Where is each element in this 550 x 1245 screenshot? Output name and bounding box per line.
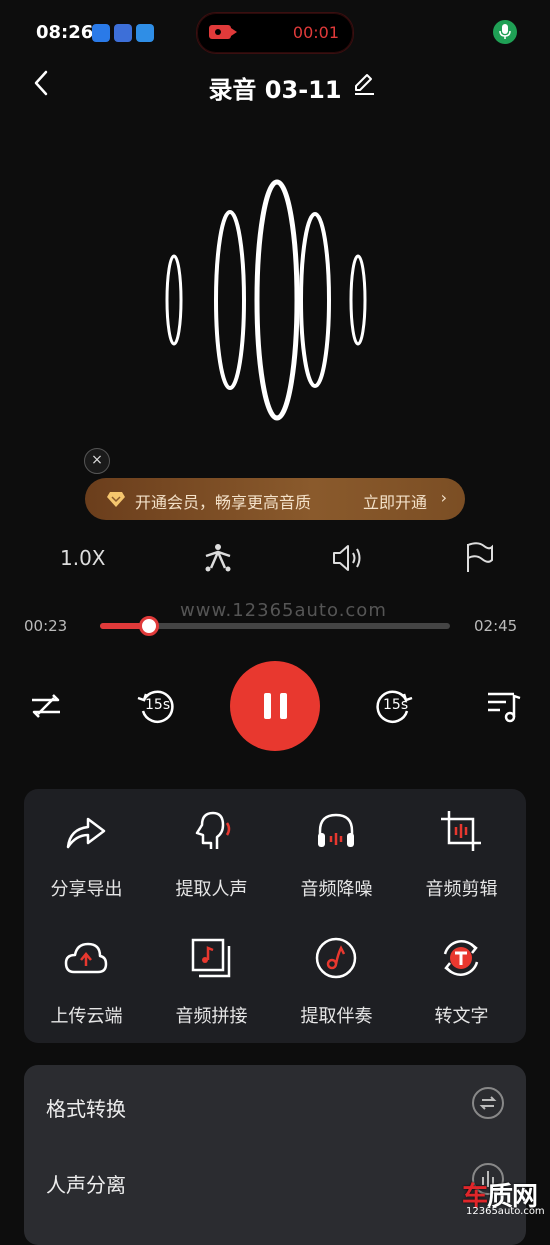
current-time: 00:23: [24, 617, 68, 635]
flag-marker-icon[interactable]: [462, 540, 498, 576]
notification-app-icon: [136, 24, 154, 42]
share-icon: [66, 817, 106, 849]
progress-slider[interactable]: [100, 616, 450, 636]
crop-icon: [441, 811, 481, 851]
close-promo-button[interactable]: ×: [84, 448, 110, 474]
tool-share-export[interactable]: 分享导出: [24, 789, 149, 900]
diamond-icon: [107, 492, 125, 507]
list-item-label: 人声分离: [46, 1173, 126, 1197]
voice-change-icon[interactable]: [200, 540, 236, 576]
playback-speed-button[interactable]: 1.0X: [60, 546, 106, 570]
notification-app-icon: [114, 24, 132, 42]
audio-merge-icon: [191, 938, 231, 978]
recording-time: 00:01: [292, 23, 339, 42]
tool-label: 转文字: [434, 1006, 489, 1027]
tools-panel: 分享导出 提取人声 音频降噪 音频剪辑 上传云端 音频拼接 提取伴奏 转文字: [24, 789, 526, 1043]
watermark-text: www.12365auto.com: [180, 600, 387, 621]
screen-recording-indicator[interactable]: 00:01: [196, 12, 354, 54]
tool-label: 提取伴奏: [300, 1006, 373, 1027]
rewind-label: 15s: [145, 697, 171, 713]
vip-open-link[interactable]: 立即开通: [363, 489, 427, 513]
pause-icon: [264, 693, 271, 719]
tool-label: 音频剪辑: [425, 879, 498, 900]
notification-app-icon: [92, 24, 110, 42]
forward-15-button[interactable]: 15s: [372, 684, 416, 728]
pause-button[interactable]: [230, 661, 320, 751]
list-item-label: 格式转换: [46, 1097, 126, 1121]
page-title: 录音 03-11: [208, 76, 342, 104]
tool-audio-merge[interactable]: 音频拼接: [149, 916, 274, 1027]
tool-noise-reduction[interactable]: 音频降噪: [274, 789, 399, 900]
video-camera-icon: [209, 25, 237, 39]
forward-label: 15s: [383, 697, 409, 713]
list-item-format-convert[interactable]: 格式转换: [24, 1067, 526, 1143]
playlist-icon[interactable]: [484, 684, 528, 728]
tool-label: 音频拼接: [175, 1006, 248, 1027]
text-convert-icon: [443, 940, 479, 976]
tool-speech-to-text[interactable]: 转文字: [399, 916, 524, 1027]
convert-icon: [472, 1087, 504, 1119]
rewind-15-button[interactable]: 15s: [134, 684, 178, 728]
list-item-voice-separation[interactable]: 人声分离: [24, 1143, 526, 1219]
tool-upload-cloud[interactable]: 上传云端: [24, 916, 149, 1027]
vip-promo-text: 开通会员，畅享更高音质: [135, 493, 312, 512]
total-time: 02:45: [474, 617, 518, 635]
volume-icon[interactable]: [330, 540, 366, 576]
edit-title-button[interactable]: [352, 72, 376, 96]
music-note-icon: [315, 937, 357, 979]
sound-wave-visual: [165, 179, 367, 421]
tool-label: 上传云端: [50, 1006, 123, 1027]
tool-label: 音频降噪: [300, 879, 373, 900]
microphone-icon: [493, 20, 517, 44]
vip-banner[interactable]: 开通会员，畅享更高音质 立即开通 ›: [85, 478, 465, 520]
voice-extract-icon: [195, 811, 231, 849]
tool-label: 提取人声: [175, 879, 248, 900]
site-logo: 车质网 12365auto.com: [462, 1182, 545, 1217]
progress-thumb[interactable]: [139, 616, 159, 636]
tool-extract-voice[interactable]: 提取人声: [149, 789, 274, 900]
tool-audio-trim[interactable]: 音频剪辑: [399, 789, 524, 900]
more-options-list: 格式转换 人声分离: [24, 1065, 526, 1245]
tool-extract-accompaniment[interactable]: 提取伴奏: [274, 916, 399, 1027]
pencil-icon: [355, 74, 374, 95]
chevron-right-icon: ›: [440, 488, 447, 507]
loop-icon[interactable]: [24, 684, 68, 728]
status-time: 08:26: [36, 22, 94, 43]
cloud-upload-icon: [64, 942, 108, 974]
headphones-icon: [318, 813, 354, 847]
tool-label: 分享导出: [50, 879, 123, 900]
